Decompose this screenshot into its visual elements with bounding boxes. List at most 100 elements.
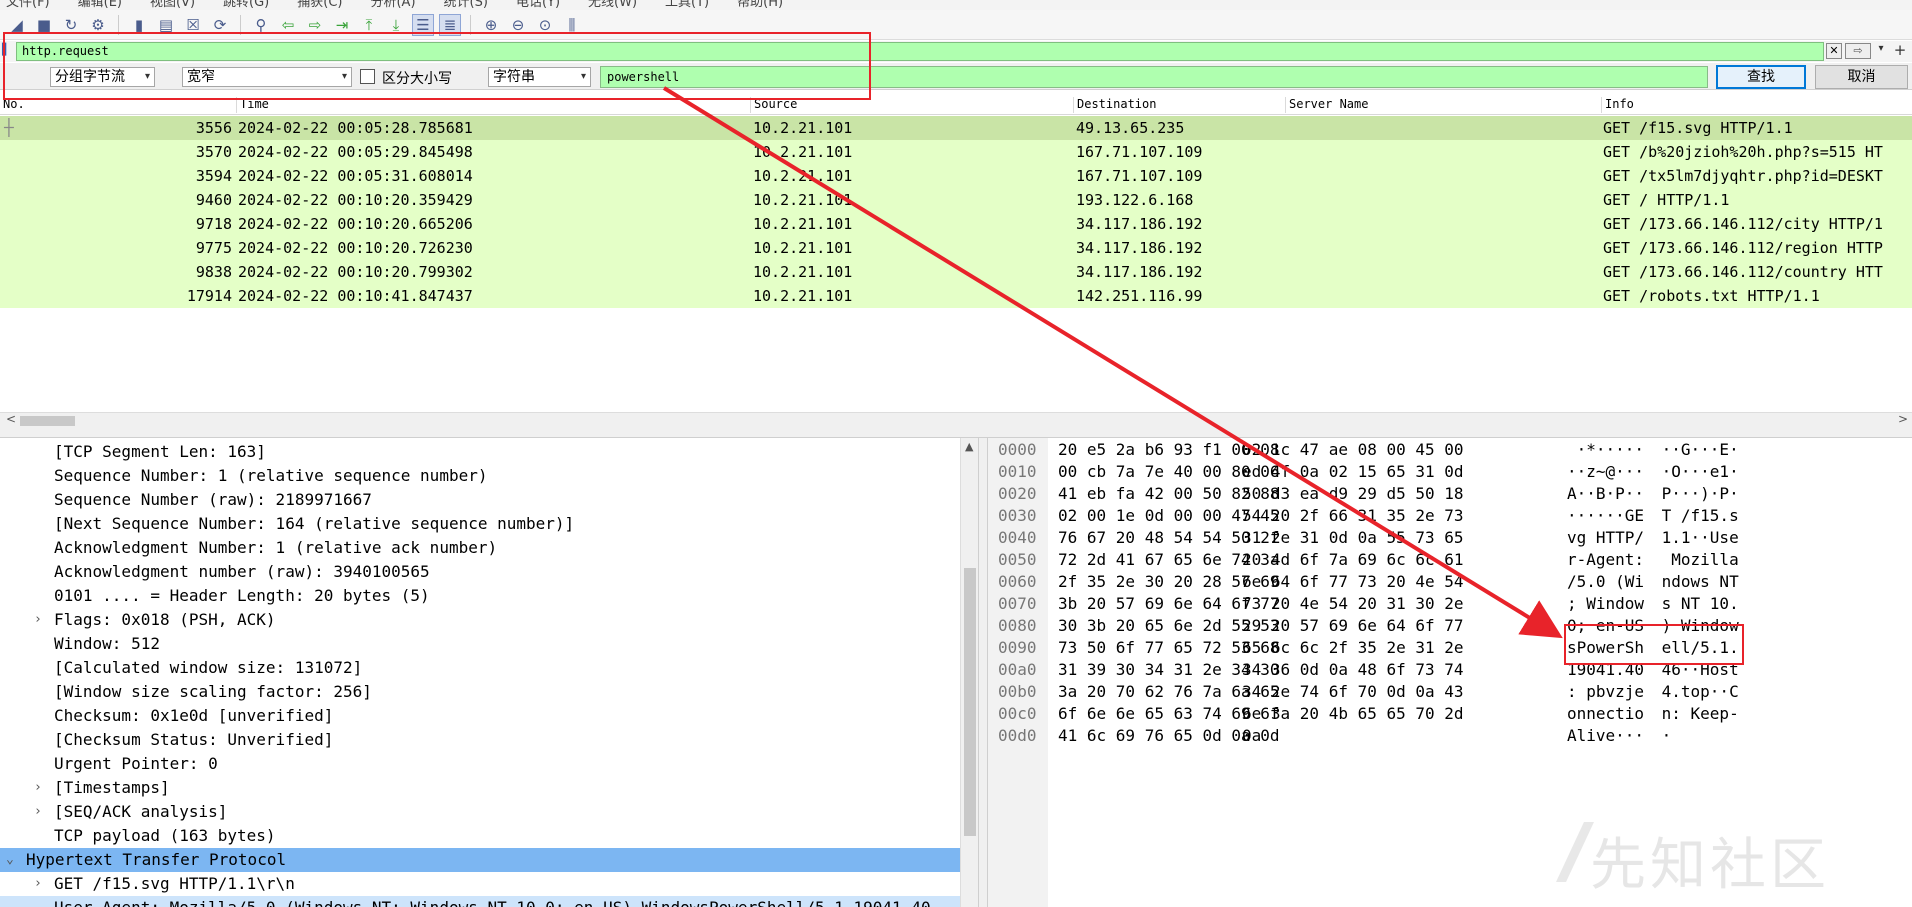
chevron-right-icon[interactable]: › bbox=[34, 776, 42, 800]
menu-item[interactable]: 编辑(E) bbox=[78, 0, 122, 10]
packet-row[interactable]: 17914 2024-02-22 00:10:41.847437 10.2.21.1… bbox=[0, 284, 1912, 308]
hex-row[interactable]: 00a0 31 39 30 34 31 2e 34 30 34 36 0d 0a 4… bbox=[988, 659, 1912, 681]
packet-src: 10.2.21.101 bbox=[753, 239, 853, 257]
packet-row[interactable]: 9838 2024-02-22 00:10:20.799302 10.2.21.10… bbox=[0, 260, 1912, 284]
packet-list-horizontal-scrollbar[interactable]: < > bbox=[0, 412, 1912, 428]
chevron-right-icon[interactable]: › bbox=[34, 608, 42, 632]
scroll-right-icon[interactable]: > bbox=[1898, 412, 1908, 426]
hex-row[interactable]: 0090 73 50 6f 77 65 72 53 68 65 6c 6c 2f 3… bbox=[988, 637, 1912, 659]
detail-row[interactable]: 0101 .... = Header Length: 20 bytes (5) bbox=[0, 584, 960, 608]
menu-item[interactable]: 无线(W) bbox=[588, 0, 637, 10]
menu-item[interactable]: 帮助(H) bbox=[737, 0, 783, 10]
hex-row[interactable]: 0060 2f 35 2e 30 20 28 57 69 6e 64 6f 77 7… bbox=[988, 571, 1912, 593]
chevron-down-icon[interactable]: ⌄ bbox=[6, 848, 14, 872]
packet-info: GET /robots.txt HTTP/1.1 bbox=[1603, 287, 1820, 305]
menu-item[interactable]: 统计(S) bbox=[444, 0, 488, 10]
hex-row[interactable]: 00d0 41 6c 69 76 65 0d 0a 0d 0a Alive··· · bbox=[988, 725, 1912, 747]
packet-row[interactable]: 3570 2024-02-22 00:05:29.845498 10.2.21.10… bbox=[0, 140, 1912, 164]
detail-row[interactable]: [Checksum Status: Unverified] bbox=[0, 728, 960, 752]
apply-filter-icon[interactable]: ⇨ bbox=[1845, 43, 1871, 59]
hex-offset: 0030 bbox=[998, 506, 1037, 525]
packet-row[interactable]: ┼ 3556 2024-02-22 00:05:28.785681 10.2.21.1… bbox=[0, 116, 1912, 140]
menu-item[interactable]: 分析(A) bbox=[370, 0, 415, 10]
hex-bytes-right: 02 1c 47 ae 08 00 45 00 bbox=[1242, 440, 1464, 459]
column-header-destination[interactable]: Destination bbox=[1073, 97, 1156, 113]
detail-row[interactable]: Checksum: 0x1e0d [unverified] bbox=[0, 704, 960, 728]
detail-row[interactable]: ⌄ Hypertext Transfer Protocol bbox=[0, 848, 960, 872]
hex-row[interactable]: 0010 00 cb 7a 7e 40 00 80 06 ed 4f 0a 02 1… bbox=[988, 461, 1912, 483]
hex-row[interactable]: 0050 72 2d 41 67 65 6e 74 3a 20 4d 6f 7a 6… bbox=[988, 549, 1912, 571]
hex-row[interactable]: 0000 20 e5 2a b6 93 f1 00 08 02 1c 47 ae 0… bbox=[988, 439, 1912, 461]
detail-text: User-Agent: Mozilla/5.0 (Windows NT; Win… bbox=[54, 896, 931, 907]
packet-info: GET /tx5lm7djyqhtr.php?id=DESKT bbox=[1603, 167, 1883, 185]
detail-row[interactable]: TCP payload (163 bytes) bbox=[0, 824, 960, 848]
scroll-up-icon[interactable]: ▲ bbox=[965, 440, 973, 453]
menu-item[interactable]: 文件(F) bbox=[6, 0, 50, 10]
detail-row[interactable]: › Flags: 0x018 (PSH, ACK) bbox=[0, 608, 960, 632]
hex-offset: 0020 bbox=[998, 484, 1037, 503]
detail-row[interactable]: Sequence Number (raw): 2189971667 bbox=[0, 488, 960, 512]
chevron-right-icon[interactable]: › bbox=[34, 800, 42, 824]
menu-item[interactable]: 电话(Y) bbox=[516, 0, 560, 10]
scrollbar-thumb[interactable] bbox=[964, 568, 976, 836]
packet-row[interactable]: 3594 2024-02-22 00:05:31.608014 10.2.21.10… bbox=[0, 164, 1912, 188]
find-button[interactable]: 查找 bbox=[1716, 65, 1806, 89]
packet-src: 10.2.21.101 bbox=[753, 263, 853, 281]
detail-row[interactable]: [Next Sequence Number: 164 (relative seq… bbox=[0, 512, 960, 536]
clear-filter-icon[interactable]: ✕ bbox=[1826, 43, 1842, 59]
menu-item[interactable]: 捕获(C) bbox=[297, 0, 342, 10]
annotation-box-powershell bbox=[1564, 624, 1744, 665]
detail-row[interactable]: Acknowledgment Number: 1 (relative ack n… bbox=[0, 536, 960, 560]
detail-row[interactable]: [Calculated window size: 131072] bbox=[0, 656, 960, 680]
detail-row[interactable]: User-Agent: Mozilla/5.0 (Windows NT; Win… bbox=[0, 896, 960, 907]
detail-row[interactable]: › [Timestamps] bbox=[0, 776, 960, 800]
detail-row[interactable]: Window: 512 bbox=[0, 632, 960, 656]
menu-bar: 文件(F) 编辑(E) 视图(V) 跳转(G) 捕获(C) 分析(A) 统计(S) 电话(Y)… bbox=[0, 0, 1912, 10]
detail-row[interactable]: [Window size scaling factor: 256] bbox=[0, 680, 960, 704]
detail-row[interactable]: Sequence Number: 1 (relative sequence nu… bbox=[0, 464, 960, 488]
packet-row[interactable]: 9460 2024-02-22 00:10:20.359429 10.2.21.10… bbox=[0, 188, 1912, 212]
hex-row[interactable]: 00c0 6f 6e 6e 65 63 74 69 6f 6e 3a 20 4b 6… bbox=[988, 703, 1912, 725]
detail-text: [SEQ/ACK analysis] bbox=[54, 802, 228, 821]
detail-text: Sequence Number (raw): 2189971667 bbox=[54, 490, 372, 509]
hex-offset: 00b0 bbox=[998, 682, 1037, 701]
pane-splitter[interactable] bbox=[0, 428, 1912, 438]
menu-item[interactable]: 视图(V) bbox=[150, 0, 195, 10]
packet-row[interactable]: 9775 2024-02-22 00:10:20.726230 10.2.21.10… bbox=[0, 236, 1912, 260]
detail-row[interactable]: [TCP Segment Len: 163] bbox=[0, 440, 960, 464]
chevron-down-icon[interactable]: ▾ bbox=[1874, 43, 1888, 59]
detail-text: [Timestamps] bbox=[54, 778, 170, 797]
packet-dst: 193.122.6.168 bbox=[1076, 191, 1194, 209]
scroll-left-icon[interactable]: < bbox=[6, 412, 16, 426]
menu-item[interactable]: 跳转(G) bbox=[223, 0, 269, 10]
ascii-right: ·O···e1· bbox=[1652, 462, 1739, 481]
column-header-info[interactable]: Info bbox=[1601, 97, 1634, 113]
menu-item[interactable]: 工具(T) bbox=[665, 0, 709, 10]
hex-offset: 0070 bbox=[998, 594, 1037, 613]
hex-offset: 0060 bbox=[998, 572, 1037, 591]
hex-bytes-right: 31 2e 31 0d 0a 55 73 65 bbox=[1242, 528, 1464, 547]
scrollbar-thumb[interactable] bbox=[20, 416, 75, 426]
detail-text: [Next Sequence Number: 164 (relative seq… bbox=[54, 514, 575, 533]
packet-list[interactable]: ┼ 3556 2024-02-22 00:05:28.785681 10.2.21.1… bbox=[0, 116, 1912, 412]
packet-details-scrollbar[interactable]: ▲ bbox=[960, 438, 978, 907]
cancel-button[interactable]: 取消 bbox=[1815, 65, 1908, 89]
hex-row[interactable]: 0040 76 67 20 48 54 54 50 2f 31 2e 31 0d 0… bbox=[988, 527, 1912, 549]
detail-row[interactable]: Acknowledgment number (raw): 3940100565 bbox=[0, 560, 960, 584]
detail-text: Acknowledgment Number: 1 (relative ack n… bbox=[54, 538, 498, 557]
detail-row[interactable]: › [SEQ/ACK analysis] bbox=[0, 800, 960, 824]
packet-row[interactable]: 9718 2024-02-22 00:10:20.665206 10.2.21.10… bbox=[0, 212, 1912, 236]
add-filter-button-icon[interactable]: + bbox=[1892, 41, 1908, 61]
detail-row[interactable]: Urgent Pointer: 0 bbox=[0, 752, 960, 776]
hex-row[interactable]: 00b0 3a 20 70 62 76 7a 6a 65 34 2e 74 6f 7… bbox=[988, 681, 1912, 703]
chevron-right-icon[interactable]: › bbox=[34, 872, 42, 896]
hex-row[interactable]: 0020 41 eb fa 42 00 50 82 88 50 d3 ea d9 2… bbox=[988, 483, 1912, 505]
hex-row[interactable]: 0070 3b 20 57 69 6e 64 6f 77 73 20 4e 54 2… bbox=[988, 593, 1912, 615]
hex-row[interactable]: 0080 30 3b 20 65 6e 2d 55 53 29 20 57 69 6… bbox=[988, 615, 1912, 637]
packet-details-tree[interactable]: [TCP Segment Len: 163] Sequence Number: 1… bbox=[0, 438, 960, 907]
vertical-pane-splitter[interactable] bbox=[978, 438, 988, 907]
packet-time: 2024-02-22 00:05:29.845498 bbox=[238, 143, 473, 161]
column-header-server-name[interactable]: Server Name bbox=[1285, 97, 1368, 113]
detail-row[interactable]: › GET /f15.svg HTTP/1.1\r\n bbox=[0, 872, 960, 896]
hex-row[interactable]: 0030 02 00 1e 0d 00 00 47 45 54 20 2f 66 3… bbox=[988, 505, 1912, 527]
